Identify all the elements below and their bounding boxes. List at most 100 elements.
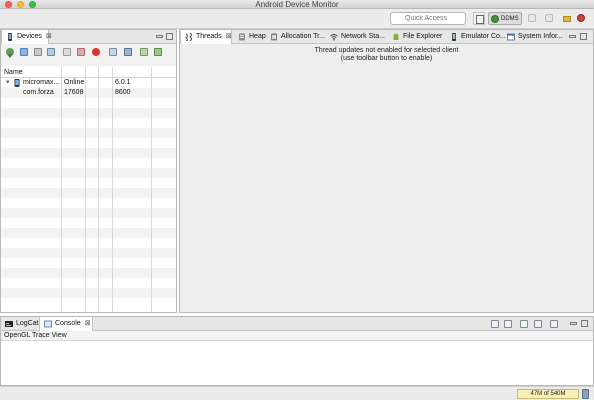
back-icon[interactable] bbox=[528, 14, 536, 22]
update-threads-icon[interactable] bbox=[63, 48, 71, 56]
system-info-icon bbox=[507, 33, 515, 41]
maximize-icon[interactable] bbox=[581, 320, 588, 327]
wifi-icon bbox=[330, 34, 338, 41]
ddms-perspective-button[interactable]: DDMS bbox=[488, 12, 522, 25]
expand-arrow-icon[interactable]: ▾ bbox=[6, 78, 10, 88]
devices-toolbar bbox=[1, 44, 176, 66]
tab-threads[interactable]: Threads ⊠ bbox=[180, 30, 232, 44]
close-icon[interactable]: ⊠ bbox=[46, 33, 52, 40]
tab-emulator-control[interactable]: Emulator Co... bbox=[446, 30, 506, 44]
table-row bbox=[1, 238, 176, 248]
phone-icon bbox=[8, 33, 12, 41]
devices-table-header: Name bbox=[1, 67, 176, 78]
table-row bbox=[1, 148, 176, 158]
client-name: com.forza bbox=[23, 89, 54, 96]
title-bar: Android Device Monitor bbox=[0, 0, 594, 9]
right-tabbar: Threads ⊠ Heap Allocation Tr... Network S… bbox=[180, 30, 593, 44]
clear-console-icon[interactable] bbox=[504, 320, 512, 328]
maximize-icon[interactable] bbox=[580, 33, 587, 40]
tab-file-explorer-label: File Explorer bbox=[403, 33, 443, 40]
device-version: 6.0.1 bbox=[115, 79, 131, 86]
open-console-icon[interactable] bbox=[550, 320, 558, 328]
minimize-icon[interactable] bbox=[570, 322, 577, 325]
threads-panel: Threads ⊠ Heap Allocation Tr... Network S… bbox=[179, 29, 594, 313]
tab-logcat-label: LogCat bbox=[16, 320, 39, 327]
tab-heap-label: Heap bbox=[249, 33, 266, 40]
logcat-icon bbox=[5, 321, 13, 327]
threads-icon bbox=[185, 33, 192, 41]
table-row bbox=[1, 278, 176, 288]
tab-network-label: Network Sta... bbox=[341, 33, 385, 40]
maximize-icon[interactable] bbox=[166, 33, 173, 40]
screen-capture-icon[interactable] bbox=[109, 48, 117, 56]
android-icon bbox=[393, 33, 399, 40]
table-row bbox=[1, 188, 176, 198]
tab-console-label: Console bbox=[55, 320, 81, 327]
table-row[interactable]: com.forza 17608 8600 bbox=[1, 88, 176, 98]
client-port: 8600 bbox=[115, 89, 131, 96]
main-toolbar: ⌕ DDMS bbox=[0, 9, 594, 29]
phone-icon bbox=[14, 79, 20, 87]
table-row bbox=[1, 208, 176, 218]
tab-allocation-tracker[interactable]: Allocation Tr... bbox=[266, 30, 326, 44]
column-divider bbox=[151, 67, 152, 312]
table-row bbox=[1, 218, 176, 228]
client-pid: 17608 bbox=[64, 89, 84, 96]
systrace-icon[interactable] bbox=[124, 48, 132, 56]
view-menu-icon[interactable] bbox=[7, 54, 13, 58]
table-row bbox=[1, 168, 176, 178]
trash-icon[interactable] bbox=[582, 389, 589, 399]
open-perspective-button[interactable] bbox=[473, 12, 485, 25]
column-divider bbox=[112, 67, 113, 312]
close-icon[interactable]: ⊠ bbox=[85, 320, 91, 327]
tab-logcat[interactable]: LogCat bbox=[1, 317, 39, 331]
forward-icon[interactable] bbox=[545, 14, 553, 22]
quick-access-input[interactable] bbox=[390, 12, 466, 25]
start-method-profiling-icon[interactable] bbox=[77, 48, 85, 56]
device-status: Online bbox=[64, 79, 85, 86]
tab-heap[interactable]: Heap bbox=[234, 30, 266, 44]
table-row bbox=[1, 298, 176, 308]
devices-panel: Devices ⊠ Name ▾ micromax... Online 6.0.1… bbox=[0, 29, 177, 313]
console-panel: LogCat Console ⊠ OpenGL Trace View bbox=[0, 316, 594, 386]
status-bar: 47M of 540M bbox=[0, 386, 594, 400]
device-name: micromax... bbox=[23, 79, 60, 86]
minimize-icon[interactable] bbox=[156, 35, 163, 38]
debug-icon[interactable] bbox=[577, 14, 585, 22]
stop-process-icon[interactable] bbox=[92, 48, 100, 56]
display-console-icon[interactable] bbox=[534, 320, 542, 328]
allocation-icon bbox=[271, 33, 277, 41]
opengl-trace-icon[interactable] bbox=[140, 48, 148, 56]
console-title: OpenGL Trace View bbox=[1, 331, 593, 341]
window-title: Android Device Monitor bbox=[255, 0, 339, 9]
table-row[interactable]: ▾ micromax... Online 6.0.1 bbox=[1, 78, 176, 88]
dump-view-hierarchy-icon[interactable] bbox=[154, 48, 162, 56]
table-row bbox=[1, 108, 176, 118]
console-icon bbox=[44, 320, 52, 328]
minimize-icon[interactable] bbox=[569, 35, 576, 38]
tab-console[interactable]: Console ⊠ bbox=[39, 317, 93, 331]
tab-network-statistics[interactable]: Network Sta... bbox=[326, 30, 388, 44]
tab-allocation-label: Allocation Tr... bbox=[281, 33, 325, 40]
tab-system-information[interactable]: System Infor... bbox=[503, 30, 563, 44]
table-row bbox=[1, 128, 176, 138]
table-row bbox=[1, 288, 176, 298]
cause-gc-icon[interactable] bbox=[47, 48, 55, 56]
tab-threads-label: Threads bbox=[196, 33, 222, 40]
heap-status[interactable]: 47M of 540M bbox=[517, 389, 579, 399]
update-heap-icon[interactable] bbox=[20, 48, 28, 56]
pin-console-icon[interactable] bbox=[491, 320, 499, 328]
tab-devices-label: Devices bbox=[17, 33, 42, 40]
scroll-lock-icon[interactable] bbox=[520, 320, 528, 328]
close-icon[interactable]: ⊠ bbox=[226, 33, 232, 40]
ddms-label: DDMS bbox=[501, 16, 519, 22]
tab-devices[interactable]: Devices ⊠ bbox=[1, 30, 52, 44]
table-row bbox=[1, 258, 176, 268]
tab-file-explorer[interactable]: File Explorer bbox=[388, 30, 446, 44]
dump-hprof-icon[interactable] bbox=[34, 48, 42, 56]
table-row bbox=[1, 248, 176, 258]
table-row bbox=[1, 138, 176, 148]
column-name-header: Name bbox=[4, 69, 23, 76]
folder-icon[interactable] bbox=[563, 16, 571, 22]
bottom-tabbar: LogCat Console ⊠ bbox=[1, 317, 593, 331]
